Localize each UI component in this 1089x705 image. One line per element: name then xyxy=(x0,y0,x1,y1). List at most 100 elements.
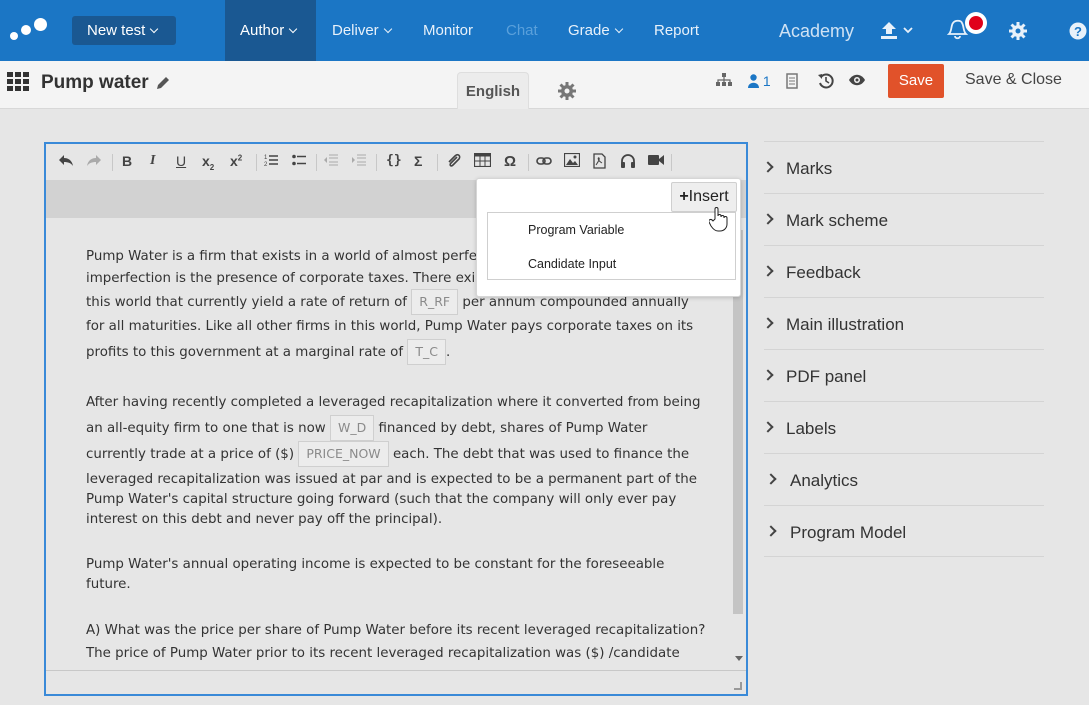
superscript-icon[interactable]: x2 xyxy=(230,153,242,169)
users-count[interactable]: 1 xyxy=(748,73,771,89)
section-feedback[interactable]: Feedback xyxy=(762,245,1044,297)
nav-author[interactable]: Author xyxy=(225,0,316,61)
sigma-icon[interactable]: Σ xyxy=(414,153,422,169)
nav-monitor[interactable]: Monitor xyxy=(423,0,473,61)
section-label: Feedback xyxy=(786,263,861,282)
section-label: Mark scheme xyxy=(786,211,889,230)
section-label: PDF panel xyxy=(786,367,867,386)
save-button[interactable]: Save xyxy=(888,64,944,98)
text-line: Pump Water's annual operating income is … xyxy=(86,557,665,572)
section-program-model[interactable]: Program Model xyxy=(764,505,1044,557)
underline-icon[interactable]: U xyxy=(176,153,186,169)
scroll-down-arrow-icon[interactable] xyxy=(735,656,743,661)
omega-icon[interactable]: Ω xyxy=(504,153,516,170)
text-line: an all-equity firm to one that is now W_… xyxy=(86,415,696,441)
menu-item-program-variable[interactable]: Program Variable xyxy=(528,223,624,237)
program-variable[interactable]: W_D xyxy=(329,415,375,441)
chevron-down-icon xyxy=(150,24,159,34)
nav-monitor-label: Monitor xyxy=(423,22,474,39)
text-span: an all-equity firm to one that is now xyxy=(86,421,326,436)
help-icon[interactable]: ? xyxy=(1069,22,1087,45)
table-icon[interactable] xyxy=(473,152,492,170)
image-icon[interactable] xyxy=(563,152,581,170)
text-span: per annum compounded annually xyxy=(462,295,689,310)
academy-link[interactable]: Academy xyxy=(779,0,854,61)
text-span: profits to this government at a marginal… xyxy=(86,345,404,360)
section-analytics[interactable]: Analytics xyxy=(764,453,1044,505)
nav-report[interactable]: Report xyxy=(654,0,699,61)
users-count-value: 1 xyxy=(762,73,771,89)
gear-icon[interactable] xyxy=(1009,22,1027,45)
program-variable[interactable]: R_RF xyxy=(411,289,459,315)
section-main-illustration[interactable]: Main illustration xyxy=(762,297,1044,349)
tab-english[interactable]: English xyxy=(457,72,529,109)
apps-grid-icon[interactable] xyxy=(7,72,31,92)
history-icon[interactable] xyxy=(817,72,835,95)
new-test-button[interactable]: New test xyxy=(72,16,176,45)
pencil-icon[interactable] xyxy=(155,75,171,96)
text-line: leveraged recapitalization was issued at… xyxy=(86,472,697,487)
insert-label: Insert xyxy=(688,188,729,205)
top-navigation: New test Author Deliver Monitor Chat Gra… xyxy=(0,0,1089,61)
section-mark-scheme[interactable]: Mark scheme xyxy=(762,193,1044,245)
notification-badge xyxy=(965,12,987,34)
logo-icon[interactable] xyxy=(8,16,48,46)
document-icon[interactable] xyxy=(786,73,798,94)
menu-item-candidate-input[interactable]: Candidate Input xyxy=(528,257,616,271)
upload-icon[interactable] xyxy=(880,21,914,46)
nav-grade-label: Grade xyxy=(568,22,610,39)
redo-icon[interactable] xyxy=(86,153,102,170)
code-icon[interactable]: {} xyxy=(386,153,402,168)
section-pdf-panel[interactable]: PDF panel xyxy=(762,349,1044,401)
attachment-icon[interactable] xyxy=(446,153,462,172)
user-icon xyxy=(748,74,759,88)
plus-icon: + xyxy=(679,188,689,205)
settings-gear-icon[interactable] xyxy=(558,82,576,105)
resize-handle-icon[interactable] xyxy=(734,682,742,690)
undo-icon[interactable] xyxy=(58,153,74,170)
indent-icon[interactable] xyxy=(352,153,366,169)
bullet-list-icon[interactable] xyxy=(292,153,306,170)
insert-popup: +Insert Program Variable Candidate Input xyxy=(476,178,741,297)
nav-grade[interactable]: Grade xyxy=(568,0,623,61)
section-label: Program Model xyxy=(790,523,907,542)
section-labels[interactable]: Labels xyxy=(762,401,1044,453)
nav-author-label: Author xyxy=(240,22,285,39)
sitemap-icon[interactable] xyxy=(716,73,732,92)
section-marks[interactable]: Marks xyxy=(762,141,1044,193)
nav-deliver[interactable]: Deliver xyxy=(332,0,392,61)
nav-report-label: Report xyxy=(654,22,700,39)
nav-chat-label: Chat xyxy=(506,22,538,39)
document-content[interactable]: Pump Water is a firm that exists in a wo… xyxy=(86,244,706,666)
section-label: Labels xyxy=(786,419,837,438)
text-line: A) What was the price per share of Pump … xyxy=(86,623,706,638)
save-close-button[interactable]: Save & Close xyxy=(965,71,1062,89)
outdent-icon[interactable] xyxy=(324,153,338,169)
program-variable[interactable]: PRICE_NOW xyxy=(298,441,389,467)
video-icon[interactable] xyxy=(648,153,664,169)
paragraph-2: After having recently completed a levera… xyxy=(86,390,700,530)
text-line: currently trade at a price of ($) PRICE_… xyxy=(86,440,696,470)
subscript-icon[interactable]: x2 xyxy=(202,153,214,172)
ordered-list-icon[interactable]: 12 xyxy=(264,153,278,170)
audio-icon[interactable] xyxy=(620,153,636,171)
chevron-down-icon xyxy=(614,24,623,34)
chevron-right-icon xyxy=(762,265,774,277)
hand-cursor-icon xyxy=(708,206,729,232)
program-variable[interactable]: T_C xyxy=(407,339,446,365)
nav-chat: Chat xyxy=(506,0,538,61)
preview-eye-icon[interactable] xyxy=(849,73,865,92)
text-span: financed by debt, shares of Pump Water xyxy=(378,421,648,436)
italic-icon[interactable]: I xyxy=(150,153,155,169)
text-line: future. xyxy=(86,577,131,592)
text-line: Pump Water's capital structure going for… xyxy=(86,492,677,507)
chevron-right-icon xyxy=(765,473,777,485)
svg-text:1: 1 xyxy=(264,155,268,161)
link-icon[interactable] xyxy=(536,153,552,169)
pdf-icon[interactable] xyxy=(593,153,606,172)
svg-text:2: 2 xyxy=(264,162,268,167)
section-label: Analytics xyxy=(790,471,859,490)
page-title: Pump water xyxy=(41,72,149,94)
text-line: profits to this government at a marginal… xyxy=(86,339,696,365)
bold-icon[interactable]: B xyxy=(122,153,132,169)
